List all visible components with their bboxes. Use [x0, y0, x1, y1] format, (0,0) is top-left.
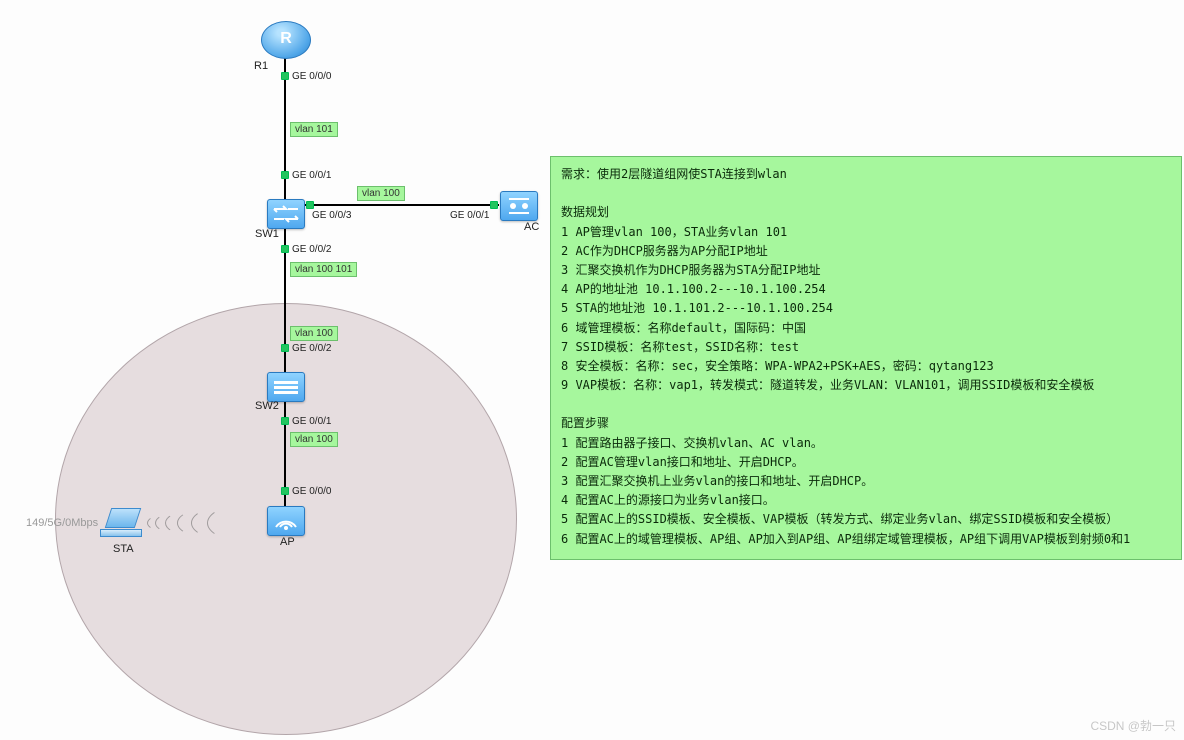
r1-port-lbl: GE 0/0/0	[292, 71, 331, 82]
sw1-top-port-lbl: GE 0/0/1	[292, 170, 331, 181]
router-icon: R	[261, 21, 311, 59]
sw1-top-port-dot	[281, 171, 289, 179]
sw2-label: SW2	[255, 400, 279, 412]
vlan-sw1-sw2: vlan 100 101	[290, 262, 357, 277]
radio-info-left: 149/5G/0Mbps	[26, 517, 98, 529]
r1-port-dot	[281, 72, 289, 80]
laptop-icon	[100, 508, 144, 538]
vlan-sw1-ac: vlan 100	[357, 186, 405, 201]
sw1-right-port-dot	[306, 201, 314, 209]
ac-port-lbl: GE 0/0/1	[450, 210, 489, 221]
sta-label: STA	[113, 543, 134, 555]
wlc-icon	[500, 191, 538, 221]
watermark: CSDN @勃一只	[1090, 717, 1176, 734]
ac-port-dot	[490, 201, 498, 209]
vlan-sw2-ap: vlan 100	[290, 432, 338, 447]
sw2-top-port-lbl: GE 0/0/2	[292, 343, 331, 354]
sw2-bot-port-dot	[281, 417, 289, 425]
ap-port-lbl: GE 0/0/0	[292, 486, 331, 497]
wifi-wave-icon	[207, 505, 277, 541]
vlan-sw2-top: vlan 100	[290, 326, 338, 341]
sw2-bot-port-lbl: GE 0/0/1	[292, 416, 331, 427]
ap-port-dot	[281, 487, 289, 495]
switch-icon-sw2	[267, 372, 305, 402]
ac-label: AC	[524, 221, 539, 233]
switch-icon-sw1	[267, 199, 305, 229]
vlan-r1-sw1: vlan 101	[290, 122, 338, 137]
sw1-label: SW1	[255, 228, 279, 240]
sw1-bot-port-lbl: GE 0/0/2	[292, 244, 331, 255]
ap-label: AP	[280, 536, 295, 548]
sw2-top-port-dot	[281, 344, 289, 352]
sw1-bot-port-dot	[281, 245, 289, 253]
router-glyph: R	[280, 30, 292, 48]
diagram-canvas: R R1 GE 0/0/0 vlan 101 GE 0/0/1 SW1 GE 0…	[0, 0, 1184, 740]
r1-label: R1	[254, 60, 268, 72]
link-sw1-ac	[304, 204, 499, 206]
sw1-g003-lbl: GE 0/0/3	[312, 210, 351, 221]
config-note: 需求：使用2层隧道组网使STA连接到wlan 数据规划 1 AP管理vlan 1…	[550, 156, 1182, 560]
